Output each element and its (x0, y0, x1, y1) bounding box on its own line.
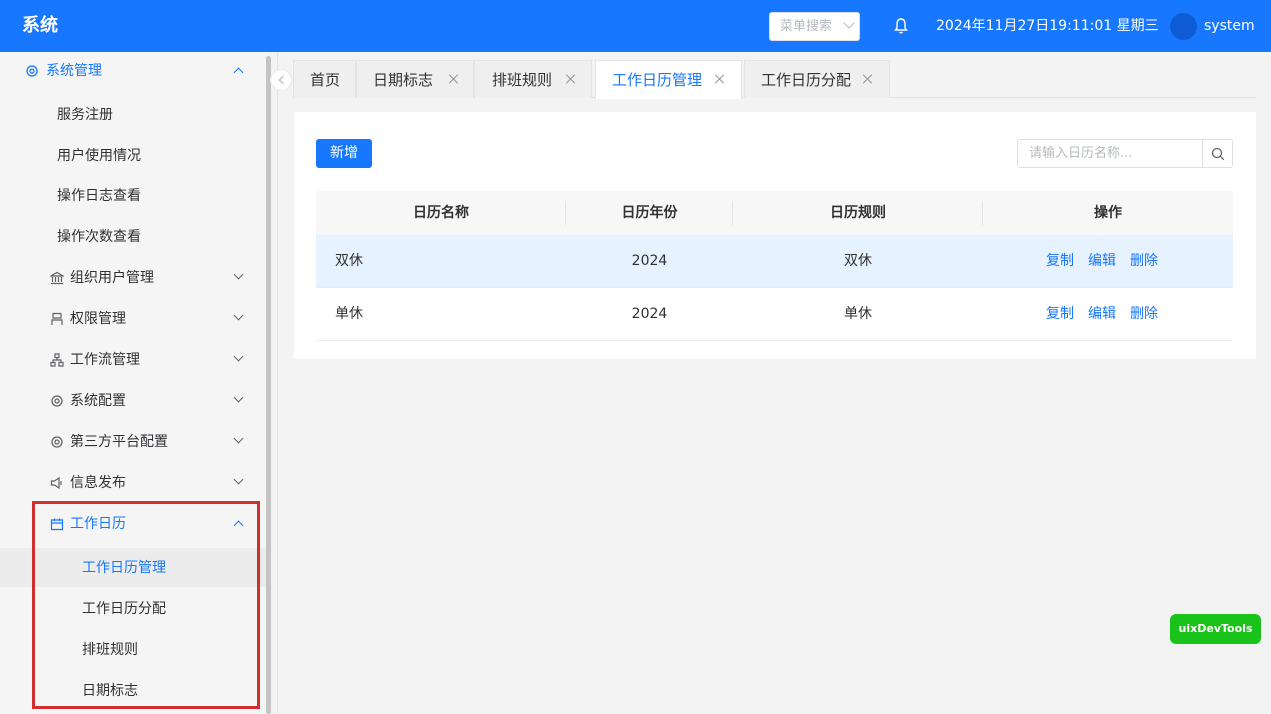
top-header: 系统 菜单搜索 2024年11月27日19:11:01 星期三 system (0, 0, 1271, 52)
delete-link[interactable]: 删除 (1130, 288, 1158, 340)
cell-rule: 单休 (844, 306, 872, 322)
sidebar-item-label: 工作日历管理 (82, 559, 166, 576)
sidebar-menu-system-config[interactable]: 系统配置 (0, 380, 266, 421)
chevron-down-icon (233, 351, 244, 362)
gear-icon (51, 394, 63, 407)
search-icon (1211, 147, 1225, 161)
sidebar-menu-third-party[interactable]: 第三方平台配置 (0, 421, 266, 462)
sidebar-menu-label: 工作日历 (70, 515, 126, 532)
cell-year: 2024 (631, 253, 668, 269)
column-header-rule: 日历规则 (830, 205, 886, 221)
table-row[interactable]: 双休 2024 双休 复制 编辑 删除 (316, 235, 1233, 288)
sidebar-item-calendar-manage[interactable]: 工作日历管理 (0, 548, 266, 587)
sidebar-item-user-usage[interactable]: 用户使用情况 (0, 135, 266, 176)
sidebar-menu-label: 权限管理 (70, 310, 126, 327)
username[interactable]: system (1204, 18, 1255, 34)
chevron-up-icon (233, 520, 244, 531)
user-icon (51, 312, 63, 325)
sidebar-item-date-flags[interactable]: 日期标志 (0, 670, 266, 711)
sidebar-menu-label: 系统配置 (70, 392, 126, 409)
sidebar-item-label: 工作日历分配 (82, 600, 166, 617)
tab-label: 排班规则 (492, 71, 553, 89)
tab-calendar-assign[interactable]: 工作日历分配 (744, 60, 890, 98)
chevron-down-icon (233, 310, 244, 321)
tab-label: 首页 (310, 71, 341, 89)
add-button[interactable]: 新增 (316, 139, 372, 168)
column-header-name: 日历名称 (413, 205, 469, 221)
sidebar-menu-org-users[interactable]: 组织用户管理 (0, 257, 266, 298)
gear-icon (26, 64, 38, 77)
sidebar-item-label: 操作日志查看 (57, 187, 141, 204)
cell-name: 单休 (335, 306, 363, 322)
column-header-actions: 操作 (1094, 205, 1122, 221)
chevron-down-icon (233, 269, 244, 280)
tab-date-flags[interactable]: 日期标志 (356, 60, 474, 98)
sidebar-item-operation-count[interactable]: 操作次数查看 (0, 216, 266, 257)
tab-label: 工作日历分配 (761, 71, 852, 89)
avatar[interactable] (1170, 13, 1197, 40)
devtools-button[interactable]: uixDevTools (1170, 614, 1261, 644)
edit-link[interactable]: 编辑 (1088, 235, 1116, 287)
sidebar-item-calendar-assign[interactable]: 工作日历分配 (0, 588, 266, 629)
app-logo: 系统 (22, 15, 58, 36)
tabs-bar: 首页 日期标志 排班规则 工作日历管理 工作日历分配 (293, 60, 1256, 99)
column-header-year: 日历年份 (621, 205, 678, 221)
table-header: 日历名称 日历年份 日历规则 操作 (316, 191, 1233, 235)
sidebar-item-label: 服务注册 (57, 106, 113, 123)
sidebar-scrollbar[interactable] (266, 56, 271, 714)
calendar-name-search-input[interactable]: 请输入日历名称... (1017, 139, 1203, 168)
collapse-sidebar-button[interactable] (270, 69, 292, 91)
current-datetime: 2024年11月27日19:11:01 星期三 (936, 18, 1159, 34)
chevron-down-icon (233, 433, 244, 444)
edit-link[interactable]: 编辑 (1088, 288, 1116, 340)
gear-icon (51, 435, 63, 448)
sidebar-item-shift-rules[interactable]: 排班规则 (0, 629, 266, 670)
close-icon[interactable] (448, 73, 460, 85)
sidebar-group-label: 系统管理 (46, 62, 102, 79)
tab-calendar-manage[interactable]: 工作日历管理 (595, 60, 742, 99)
sidebar-menu-label: 工作流管理 (70, 351, 140, 368)
calendar-icon (50, 518, 64, 530)
sidebar-group-system-management[interactable]: 系统管理 (0, 50, 266, 91)
delete-link[interactable]: 删除 (1130, 235, 1158, 287)
sidebar-menu-label: 第三方平台配置 (70, 433, 168, 450)
sidebar-divider (277, 52, 278, 714)
copy-link[interactable]: 复制 (1046, 235, 1074, 287)
chevron-down-icon (233, 474, 244, 485)
close-icon[interactable] (565, 73, 577, 85)
chevron-down-icon (843, 17, 855, 29)
cell-year: 2024 (631, 306, 668, 322)
tab-label: 工作日历管理 (612, 71, 703, 89)
cell-rule: 双休 (844, 253, 872, 269)
chevron-up-icon (233, 67, 244, 78)
chevron-down-icon (233, 392, 244, 403)
sidebar-item-label: 日期标志 (82, 682, 138, 699)
sidebar-menu-permissions[interactable]: 权限管理 (0, 298, 266, 339)
sidebar-item-label: 操作次数查看 (57, 228, 141, 245)
bank-icon (50, 271, 64, 284)
close-icon[interactable] (862, 73, 874, 85)
tab-home[interactable]: 首页 (293, 60, 356, 98)
sidebar-item-label: 排班规则 (82, 641, 138, 658)
sidebar-item-operation-log[interactable]: 操作日志查看 (0, 175, 266, 216)
tab-shift-rules[interactable]: 排班规则 (474, 60, 592, 98)
close-icon[interactable] (714, 73, 726, 85)
menu-search-select[interactable]: 菜单搜索 (769, 12, 860, 41)
table-row[interactable]: 单休 2024 单休 复制 编辑 删除 (316, 288, 1233, 341)
sidebar-item-label: 用户使用情况 (57, 147, 141, 164)
sidebar-menu-workflow[interactable]: 工作流管理 (0, 339, 266, 380)
cell-name: 双休 (335, 253, 363, 269)
sidebar-menu-label: 信息发布 (70, 474, 126, 491)
bell-icon[interactable] (893, 17, 909, 35)
copy-link[interactable]: 复制 (1046, 288, 1074, 340)
sidebar-menu-info-publish[interactable]: 信息发布 (0, 462, 266, 503)
search-button[interactable] (1202, 139, 1233, 168)
sidebar-menu-label: 组织用户管理 (70, 269, 154, 286)
megaphone-icon (50, 476, 62, 489)
tab-label: 日期标志 (373, 71, 434, 89)
menu-search-placeholder: 菜单搜索 (780, 19, 833, 34)
flow-icon (50, 352, 64, 367)
sidebar-item-service-register[interactable]: 服务注册 (0, 94, 266, 135)
sidebar-menu-work-calendar[interactable]: 工作日历 (0, 503, 266, 544)
